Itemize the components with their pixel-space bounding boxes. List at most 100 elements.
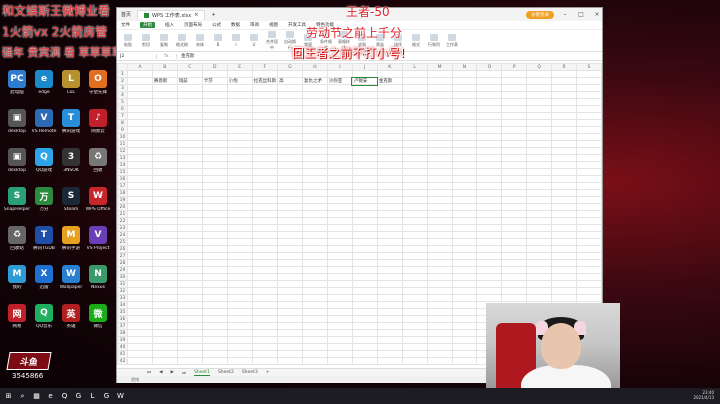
cell[interactable] <box>251 84 279 92</box>
cell[interactable] <box>501 140 528 148</box>
cell[interactable] <box>501 238 528 246</box>
cell[interactable] <box>226 168 253 176</box>
cell[interactable] <box>575 189 602 197</box>
cell[interactable] <box>176 182 203 190</box>
cell[interactable] <box>201 273 228 281</box>
cell[interactable] <box>551 252 577 260</box>
cell[interactable] <box>426 329 453 337</box>
ribbon-button[interactable]: U <box>247 34 261 47</box>
cell[interactable] <box>526 189 553 197</box>
cell[interactable] <box>301 203 328 211</box>
sheet-nav-icon[interactable]: ⏮ <box>147 370 151 376</box>
desktop-icon[interactable]: 万万分 <box>29 187 59 212</box>
cell[interactable] <box>451 231 478 239</box>
cell[interactable] <box>201 91 228 99</box>
cell[interactable] <box>351 175 378 183</box>
cell[interactable] <box>526 98 553 106</box>
cell[interactable] <box>401 84 428 92</box>
taskbar-app-icon[interactable]: Q <box>59 391 70 402</box>
column-header[interactable]: E <box>226 63 253 71</box>
cell[interactable] <box>501 210 528 218</box>
cell[interactable] <box>226 133 253 141</box>
cell[interactable] <box>575 98 602 106</box>
cell[interactable] <box>575 70 602 78</box>
cell[interactable] <box>376 182 403 190</box>
cell[interactable] <box>126 350 153 358</box>
cell[interactable] <box>251 182 279 190</box>
cell[interactable] <box>326 322 353 330</box>
row-header[interactable]: 13 <box>117 154 128 162</box>
cell[interactable] <box>451 350 478 358</box>
cell[interactable] <box>451 301 478 309</box>
cell[interactable] <box>426 217 453 225</box>
cell[interactable] <box>277 105 303 113</box>
desktop-icon[interactable]: M 我的 <box>2 265 32 290</box>
cell[interactable] <box>575 175 602 183</box>
cell[interactable] <box>201 329 228 337</box>
cell[interactable] <box>401 126 428 134</box>
cell[interactable] <box>151 294 178 302</box>
cell[interactable] <box>176 105 203 113</box>
cell[interactable] <box>277 189 303 197</box>
cell[interactable] <box>451 224 478 232</box>
cell[interactable] <box>501 168 528 176</box>
cell[interactable] <box>426 133 453 141</box>
desktop-icon[interactable]: Q QQ游戏 <box>29 148 59 173</box>
cell[interactable] <box>575 273 602 281</box>
cell[interactable] <box>251 224 279 232</box>
cell[interactable] <box>575 238 602 246</box>
cell[interactable] <box>301 273 328 281</box>
cell[interactable] <box>526 126 553 134</box>
cell[interactable] <box>501 245 528 253</box>
cell[interactable] <box>526 280 553 288</box>
cell[interactable] <box>251 175 279 183</box>
cell[interactable] <box>301 105 328 113</box>
cell[interactable] <box>176 238 203 246</box>
cell[interactable] <box>551 77 577 85</box>
cell[interactable] <box>551 217 577 225</box>
cell[interactable] <box>326 189 353 197</box>
cell[interactable] <box>251 168 279 176</box>
cell[interactable] <box>151 91 178 99</box>
row-header[interactable]: 6 <box>117 105 128 113</box>
cell[interactable] <box>526 147 553 155</box>
row-header[interactable]: 11 <box>117 140 128 148</box>
column-header[interactable]: N <box>451 63 478 71</box>
cell[interactable] <box>326 252 353 260</box>
row-header[interactable]: 8 <box>117 119 128 127</box>
cell[interactable] <box>501 77 528 85</box>
cell[interactable] <box>277 119 303 127</box>
cell[interactable] <box>226 154 253 162</box>
cell[interactable] <box>376 154 403 162</box>
cell[interactable] <box>501 287 528 295</box>
desktop-icon[interactable]: Q QQ音乐 <box>29 304 59 329</box>
cell[interactable] <box>226 308 253 316</box>
cell[interactable] <box>126 105 153 113</box>
ribbon-button[interactable]: 剪切 <box>139 33 153 48</box>
cell[interactable] <box>277 154 303 162</box>
cell[interactable] <box>575 231 602 239</box>
cell[interactable] <box>501 196 528 204</box>
cell[interactable] <box>376 217 403 225</box>
desktop-icon[interactable]: W Wallpaper <box>56 265 86 290</box>
cell[interactable] <box>201 210 228 218</box>
cell[interactable] <box>526 210 553 218</box>
cell[interactable] <box>226 231 253 239</box>
menu-item[interactable]: 开始 <box>140 22 155 28</box>
cell[interactable] <box>226 350 253 358</box>
cell[interactable] <box>526 84 553 92</box>
cell[interactable] <box>401 147 428 155</box>
cell[interactable] <box>351 287 378 295</box>
cell[interactable] <box>451 105 478 113</box>
cell[interactable] <box>351 196 378 204</box>
cell[interactable] <box>526 154 553 162</box>
taskbar-app-icon[interactable]: G <box>101 391 112 402</box>
cell[interactable] <box>575 266 602 274</box>
cell[interactable] <box>401 245 428 253</box>
cell[interactable] <box>151 203 178 211</box>
cell[interactable] <box>226 91 253 99</box>
cell[interactable] <box>301 126 328 134</box>
cell[interactable] <box>501 84 528 92</box>
cell[interactable] <box>176 322 203 330</box>
cell[interactable] <box>277 336 303 344</box>
